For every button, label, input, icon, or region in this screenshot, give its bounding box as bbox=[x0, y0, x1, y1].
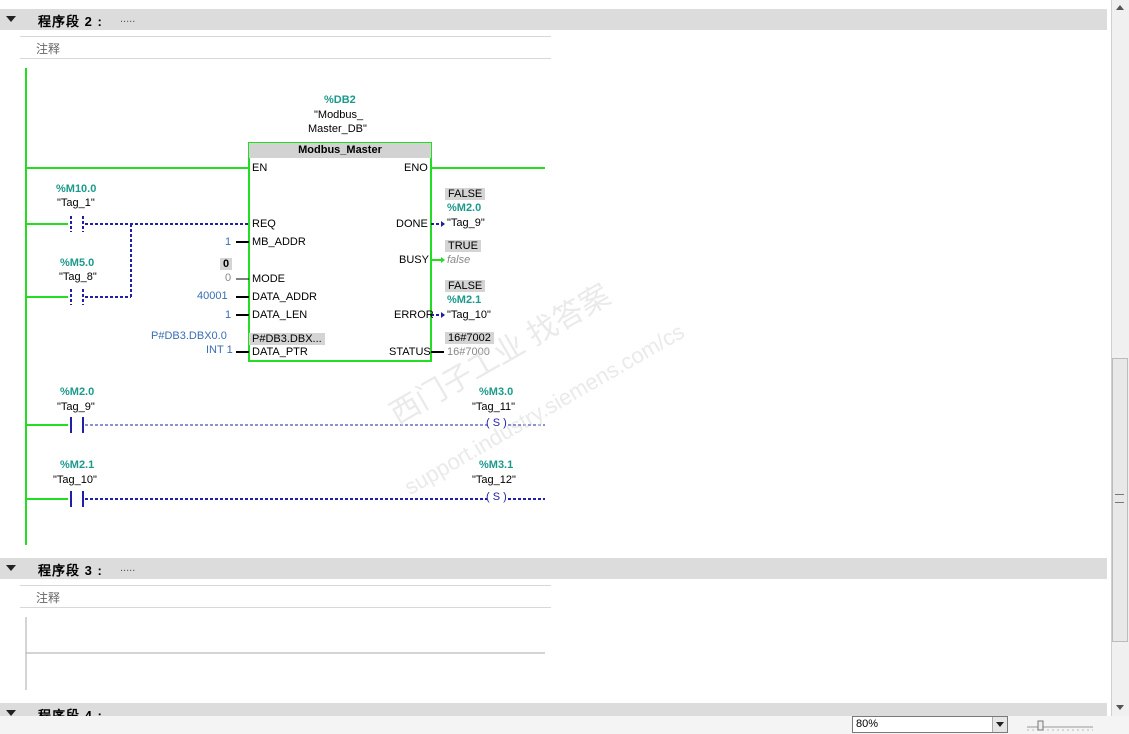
pin-en: EN bbox=[252, 162, 268, 174]
error-monitor-value: FALSE bbox=[445, 280, 486, 292]
pin-req: REQ bbox=[252, 218, 276, 230]
data-len-value[interactable]: 1 bbox=[225, 309, 231, 321]
busy-output-value[interactable]: false bbox=[447, 254, 470, 266]
busy-monitor-value: TRUE bbox=[445, 240, 481, 252]
rung3-coil-address[interactable]: %M3.1 bbox=[479, 459, 513, 471]
rung3-contact-address[interactable]: %M2.1 bbox=[60, 459, 94, 471]
network-3-title-placeholder[interactable]: ..... bbox=[120, 562, 135, 574]
contact-m5-tag[interactable]: "Tag_8" bbox=[59, 271, 97, 283]
data-addr-value[interactable]: 40001 bbox=[197, 290, 228, 302]
network-3-header[interactable]: 程序段 3 : ..... bbox=[0, 558, 1107, 579]
scroll-up-icon[interactable] bbox=[1116, 5, 1124, 10]
rung2-contact-tag[interactable]: "Tag_9" bbox=[57, 401, 95, 413]
zoom-dropdown-button[interactable] bbox=[992, 717, 1007, 732]
pin-done: DONE bbox=[396, 218, 428, 230]
zoom-slider[interactable] bbox=[1025, 718, 1095, 732]
collapse-triangle-icon[interactable] bbox=[6, 565, 16, 571]
fb-box-border bbox=[248, 142, 432, 362]
done-output-tag[interactable]: "Tag_9" bbox=[447, 217, 485, 229]
pin-error: ERROR bbox=[394, 309, 434, 321]
rung2-coil-address[interactable]: %M3.0 bbox=[479, 386, 513, 398]
error-output-address[interactable]: %M2.1 bbox=[447, 294, 481, 306]
rung2-contact-address[interactable]: %M2.0 bbox=[60, 386, 94, 398]
mode-monitor-value: 0 bbox=[220, 258, 233, 270]
pin-busy: BUSY bbox=[399, 254, 429, 266]
data-ptr-value[interactable]: P#DB3.DBX0.0 bbox=[151, 330, 227, 342]
instance-db-address: %DB2 bbox=[324, 94, 356, 106]
pin-eno: ENO bbox=[404, 162, 428, 174]
rung3-coil-tag[interactable]: "Tag_12" bbox=[472, 474, 516, 486]
ladder-wiring bbox=[25, 68, 545, 690]
done-monitor-value: FALSE bbox=[445, 188, 486, 200]
set-coil-m3-1[interactable]: ( S ) bbox=[486, 491, 507, 503]
zoom-value: 80% bbox=[856, 718, 879, 730]
scroll-down-icon[interactable] bbox=[1116, 705, 1124, 710]
mode-value[interactable]: 0 bbox=[225, 272, 231, 284]
contact-m5-address[interactable]: %M5.0 bbox=[60, 257, 94, 269]
data-ptr-type[interactable]: INT 1 bbox=[206, 344, 233, 356]
chevron-down-icon bbox=[996, 722, 1004, 727]
pin-mb-addr: MB_ADDR bbox=[252, 236, 306, 248]
pin-mode: MODE bbox=[252, 273, 285, 285]
fb-title[interactable]: Modbus_Master bbox=[249, 143, 431, 158]
contact-m10-address[interactable]: %M10.0 bbox=[56, 183, 96, 195]
zoom-select[interactable]: 80% bbox=[852, 716, 1008, 733]
mb-addr-value[interactable]: 1 bbox=[225, 236, 231, 248]
pin-data-ptr: DATA_PTR bbox=[252, 346, 308, 358]
instance-db-name-2: Master_DB" bbox=[308, 123, 367, 135]
network-3-title: 程序段 3 : bbox=[38, 563, 103, 578]
rung2-coil-tag[interactable]: "Tag_11" bbox=[472, 401, 515, 413]
pin-status: STATUS bbox=[389, 346, 431, 358]
error-output-tag[interactable]: "Tag_10" bbox=[447, 309, 491, 321]
rung3-contact-tag[interactable]: "Tag_10" bbox=[53, 474, 97, 486]
pin-data-len: DATA_LEN bbox=[252, 309, 308, 321]
grip-icon bbox=[1115, 494, 1124, 503]
instance-db-name-1: "Modbus_ bbox=[314, 109, 364, 121]
pin-data-ptr-monitor: P#DB3.DBX... bbox=[249, 333, 325, 345]
network-3-comment[interactable]: 注释 bbox=[20, 585, 551, 608]
comment-text: 注释 bbox=[36, 591, 61, 605]
pin-data-addr: DATA_ADDR bbox=[252, 291, 317, 303]
contact-m10-tag[interactable]: "Tag_1" bbox=[57, 197, 95, 209]
done-output-address[interactable]: %M2.0 bbox=[447, 202, 481, 214]
